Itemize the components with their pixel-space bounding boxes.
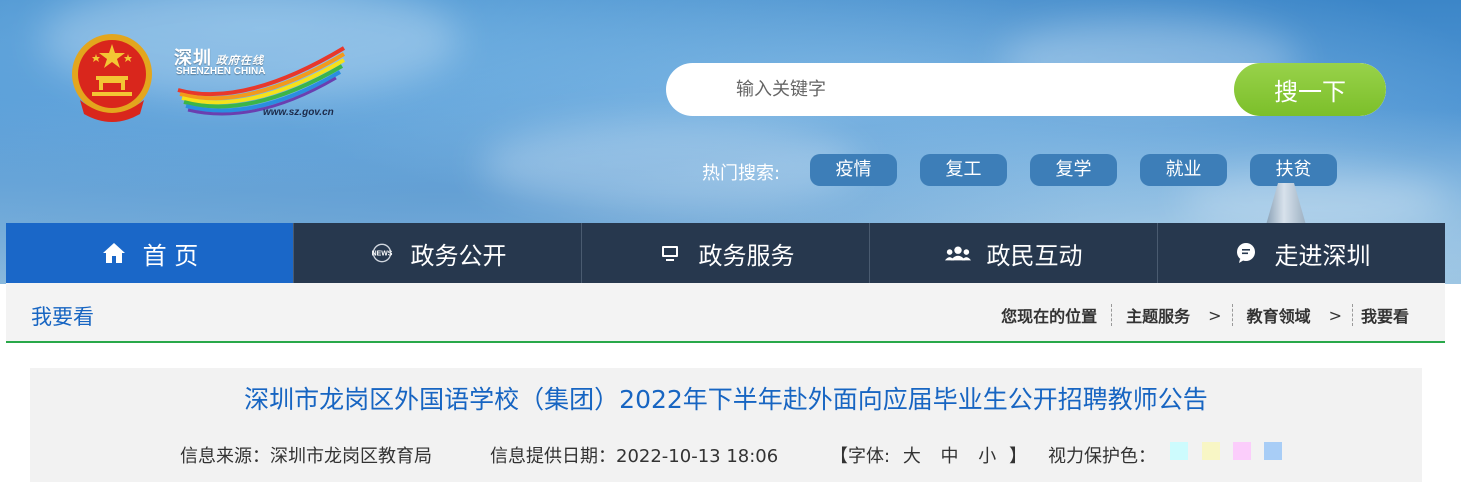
breadcrumb-link[interactable]: 主题服务 (1126, 303, 1190, 327)
breadcrumb-separator: > (1328, 305, 1342, 325)
search-input[interactable] (666, 63, 1236, 116)
monitor-icon (657, 240, 683, 266)
hot-search-tag[interactable]: 扶贫 (1250, 154, 1337, 186)
national-emblem-icon (72, 34, 152, 122)
hot-search-label: 热门搜索: (702, 163, 781, 184)
eye-care-swatch[interactable] (1264, 442, 1282, 460)
news-icon: NEWS (369, 240, 395, 266)
breadcrumb-location-label: 您现在的位置 (1001, 307, 1098, 326)
logo-url: www.sz.gov.cn (263, 107, 334, 118)
nav-item-label: 首 页 (142, 241, 199, 270)
eye-care-swatch[interactable] (1202, 442, 1220, 460)
article-title: 深圳市龙岗区外国语学校（集团）2022年下半年赴外面向应届毕业生公开招聘教师公告 (244, 385, 1208, 414)
font-size-medium[interactable]: 中 (941, 446, 959, 467)
breadcrumb-current[interactable]: 我要看 (1361, 303, 1409, 327)
font-size-large[interactable]: 大 (903, 446, 921, 467)
hot-search-tag[interactable]: 复学 (1030, 154, 1117, 186)
nav-item-interaction[interactable]: 政民互动 (870, 223, 1158, 283)
home-icon (101, 240, 127, 266)
eye-care-swatch[interactable] (1170, 442, 1188, 460)
article-source: 信息来源：深圳市龙岗区教育局 (180, 446, 432, 467)
breadcrumb-divider (1111, 304, 1113, 326)
nav-item-government-affairs[interactable]: NEWS 政务公开 (294, 223, 582, 283)
breadcrumb: 您现在的位置 主题服务 > 教育领域 > 我要看 (1001, 303, 1409, 327)
people-icon (944, 240, 971, 266)
cloud-decoration (480, 120, 860, 210)
chat-bubble-icon (1233, 240, 1259, 266)
main-nav: 首 页 NEWS 政务公开 政务服务 政民互动 走进深圳 (6, 223, 1445, 283)
section-title: 我要看 (31, 305, 94, 329)
breadcrumb-link[interactable]: 教育领域 (1247, 303, 1311, 327)
breadcrumb-divider (1351, 304, 1353, 326)
hot-search-tag[interactable]: 复工 (920, 154, 1007, 186)
breadcrumb-bar: 我要看 您现在的位置 主题服务 > 教育领域 > 我要看 (6, 283, 1445, 343)
breadcrumb-separator: > (1208, 305, 1222, 325)
hot-search-tag[interactable]: 就业 (1140, 154, 1227, 186)
hot-search-tag[interactable]: 疫情 (810, 154, 897, 186)
eye-care-label: 视力保护色： (1048, 446, 1156, 467)
article-header: 深圳市龙岗区外国语学校（集团）2022年下半年赴外面向应届毕业生公开招聘教师公告… (30, 368, 1422, 482)
font-size-close: 】 (1009, 446, 1028, 467)
font-size-control: 【字体: 大 中 小 】 (830, 442, 1027, 468)
nav-item-government-services[interactable]: 政务服务 (582, 223, 870, 283)
nav-item-home[interactable]: 首 页 (6, 223, 294, 283)
nav-item-label: 走进深圳 (1274, 241, 1371, 270)
breadcrumb-divider (1231, 304, 1233, 326)
article-date: 信息提供日期：2022-10-13 18:06 (490, 446, 779, 467)
svg-text:NEWS: NEWS (371, 251, 392, 258)
font-size-open: 【字体: (830, 446, 891, 467)
search-button[interactable]: 搜一下 (1234, 63, 1386, 116)
nav-item-label: 政民互动 (986, 241, 1083, 270)
nav-item-label: 政务服务 (698, 241, 795, 270)
nav-item-about-shenzhen[interactable]: 走进深圳 (1158, 223, 1445, 283)
logo-english-name: SHENZHEN CHINA (176, 66, 266, 77)
font-size-small[interactable]: 小 (978, 446, 996, 467)
nav-item-label: 政务公开 (410, 241, 507, 270)
search-box: 搜一下 (666, 63, 1386, 116)
eye-care-swatch[interactable] (1233, 442, 1251, 460)
